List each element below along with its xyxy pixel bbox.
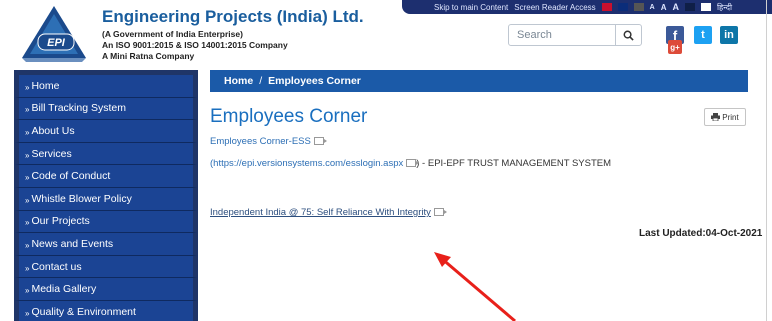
external-link-icon	[313, 137, 327, 145]
sidebar-item-our-projects[interactable]: » Our Projects	[15, 210, 197, 234]
breadcrumb: Home / Employees Corner	[210, 70, 748, 92]
sidebar-nav: » Home » Bill Tracking System » About Us » S…	[14, 70, 198, 321]
sidebar-item-label: Quality & Environment	[31, 305, 136, 318]
chevron-right-icon: »	[25, 195, 30, 205]
epf-trust-text: ) - EPI-EPF TRUST MANAGEMENT SYSTEM	[416, 158, 612, 169]
font-size-large-button[interactable]: A	[672, 2, 679, 12]
sidebar-item-home[interactable]: » Home	[15, 75, 197, 98]
sidebar-item-contact-us[interactable]: » Contact us	[15, 255, 197, 279]
epi-logo-icon: EPI	[22, 6, 86, 62]
chevron-right-icon: »	[25, 105, 30, 115]
org-iso-line: An ISO 9001:2015 & ISO 14001:2015 Compan…	[102, 40, 288, 50]
font-size-small-button[interactable]: A	[650, 4, 655, 11]
googleplus-icon[interactable]: g+	[668, 40, 682, 54]
epi-logo[interactable]: EPI	[16, 4, 96, 66]
chevron-right-icon: »	[25, 150, 30, 160]
external-link-icon	[433, 208, 447, 216]
sidebar-item-code-of-conduct[interactable]: » Code of Conduct	[15, 165, 197, 188]
font-size-normal-button[interactable]: A	[661, 3, 667, 12]
ess-link-text: Employees Corner-ESS	[210, 136, 311, 147]
sidebar-item-whistle-blower[interactable]: » Whistle Blower Policy	[15, 187, 197, 211]
last-updated: Last Updated:04-Oct-2021	[639, 228, 763, 239]
chevron-right-icon: »	[25, 173, 30, 183]
chevron-right-icon: »	[25, 240, 30, 250]
sidebar-item-services[interactable]: » Services	[15, 142, 197, 166]
search-input[interactable]	[509, 25, 615, 45]
chevron-right-icon: »	[25, 308, 30, 318]
print-label: Print	[722, 112, 739, 122]
sidebar-item-label: Services	[31, 147, 72, 160]
org-ratna-line: A Mini Ratna Company	[102, 51, 195, 61]
twitter-icon[interactable]: t	[694, 26, 712, 44]
sidebar-item-label: Media Gallery	[31, 283, 97, 296]
language-toggle[interactable]: हिन्दी	[717, 2, 732, 13]
sidebar-item-label: Our Projects	[31, 215, 90, 228]
scrollbar-edge	[766, 0, 767, 321]
sidebar-item-news-events[interactable]: » News and Events	[15, 233, 197, 256]
screen-reader-access-link[interactable]: Screen Reader Access	[514, 3, 595, 12]
ess-link[interactable]: Employees Corner-ESS	[210, 136, 327, 147]
sidebar-item-quality-environment[interactable]: » Quality & Environment	[15, 300, 197, 321]
sidebar-item-label: Whistle Blower Policy	[31, 192, 132, 205]
arrow-head-icon	[434, 252, 451, 267]
theme-gray-swatch[interactable]	[633, 3, 644, 11]
sidebar-item-label: Code of Conduct	[31, 170, 111, 183]
search-icon	[623, 30, 634, 41]
org-subtitle: (A Government of India Enterprise)	[102, 29, 243, 39]
sidebar-item-label: News and Events	[31, 237, 114, 250]
org-name[interactable]: Engineering Projects (India) Ltd.	[102, 7, 364, 27]
sidebar-item-bill-tracking[interactable]: » Bill Tracking System	[15, 97, 197, 121]
linkedin-icon[interactable]: in	[720, 26, 738, 44]
search-button[interactable]	[615, 25, 641, 45]
print-button[interactable]: Print	[704, 108, 746, 126]
sidebar-item-about-us[interactable]: » About Us	[15, 120, 197, 143]
sidebar-item-label: Bill Tracking System	[31, 102, 126, 115]
theme-blue-swatch[interactable]	[617, 3, 628, 11]
skip-to-content-link[interactable]: Skip to main Content	[434, 3, 508, 12]
chevron-right-icon: »	[25, 82, 30, 92]
theme-red-swatch[interactable]	[601, 3, 612, 11]
logo-text: EPI	[47, 37, 66, 49]
breadcrumb-separator: /	[259, 75, 263, 87]
independent-india-text: Independent India @ 75: Self Reliance Wi…	[210, 207, 431, 218]
accessibility-bar: Skip to main Content Screen Reader Acces…	[402, 0, 772, 14]
independent-india-link[interactable]: Independent India @ 75: Self Reliance Wi…	[210, 207, 447, 218]
search-box	[508, 24, 642, 46]
ess-url-line: (https://epi.versionsystems.com/esslogin…	[210, 158, 611, 169]
sidebar-item-media-gallery[interactable]: » Media Gallery	[15, 278, 197, 301]
printer-icon	[711, 113, 721, 121]
chevron-right-icon: »	[25, 263, 30, 273]
breadcrumb-current: Employees Corner	[268, 75, 361, 87]
page-title: Employees Corner	[210, 106, 368, 127]
ess-url-link[interactable]: (https://epi.versionsystems.com/esslogin…	[210, 158, 403, 169]
external-link-icon	[406, 159, 420, 167]
contrast-dark-swatch[interactable]	[684, 3, 695, 11]
contrast-light-swatch[interactable]	[700, 3, 711, 11]
sidebar-item-label: Contact us	[31, 260, 82, 273]
sidebar-item-label: About Us	[31, 124, 75, 137]
chevron-right-icon: »	[25, 127, 30, 137]
chevron-right-icon: »	[25, 286, 30, 296]
chevron-right-icon: »	[25, 218, 30, 228]
sidebar-item-label: Home	[31, 79, 60, 92]
breadcrumb-home-link[interactable]: Home	[224, 75, 253, 87]
